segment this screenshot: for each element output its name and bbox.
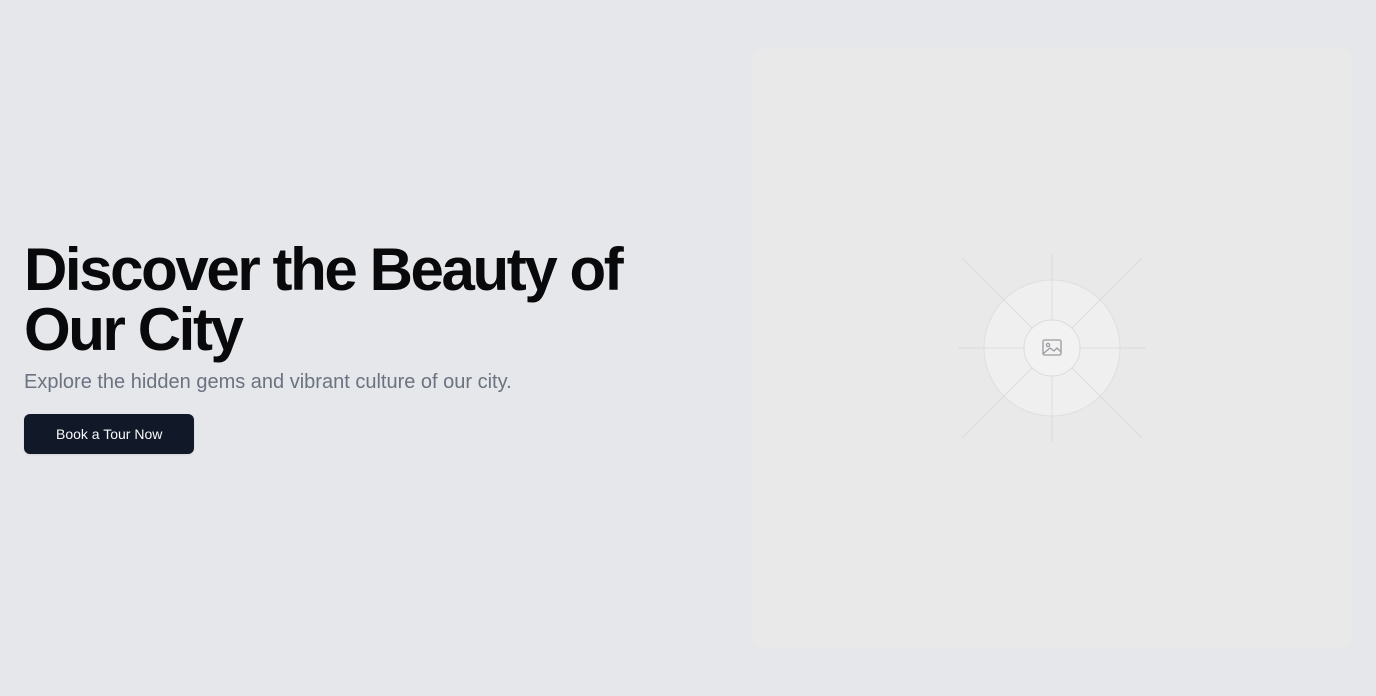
- headline-line-2: Our City: [24, 296, 244, 363]
- hero-section: Discover the Beauty of Our City Explore …: [0, 0, 1376, 696]
- hero-subtitle: Explore the hidden gems and vibrant cult…: [24, 371, 512, 393]
- hero-headline: Discover the Beauty of Our City: [24, 240, 664, 360]
- hero-image-placeholder: [752, 48, 1352, 648]
- image-placeholder-graphic: [958, 254, 1146, 442]
- book-tour-button[interactable]: Book a Tour Now: [24, 414, 195, 454]
- hero-copy: Discover the Beauty of Our City Explore …: [24, 240, 664, 454]
- headline-line-1: Discover the Beauty of: [24, 236, 624, 303]
